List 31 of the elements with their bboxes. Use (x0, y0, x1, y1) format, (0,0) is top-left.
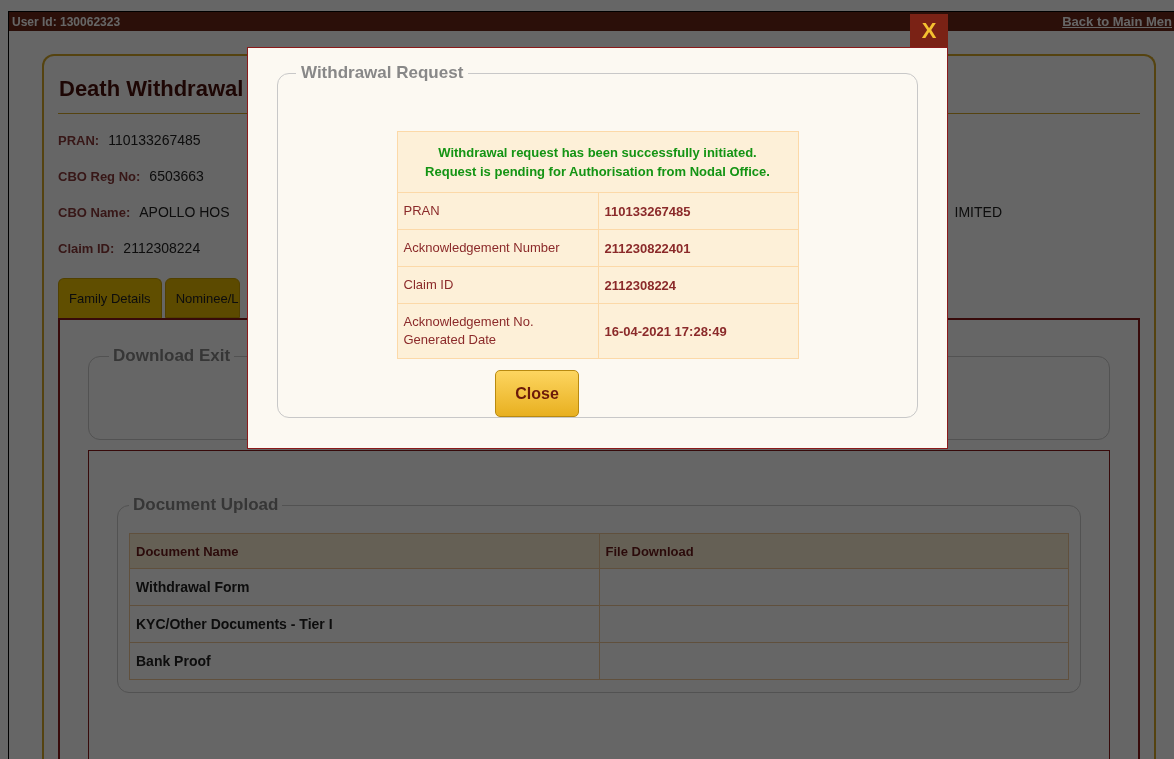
field-value: APOLLO HOS (139, 204, 230, 220)
close-button[interactable]: Close (495, 370, 579, 417)
field-value: 2112308224 (123, 240, 201, 256)
back-to-main-menu-link[interactable]: Back to Main Men (1062, 14, 1172, 29)
table-cell: Acknowledgement Number (397, 229, 598, 267)
column-header: File Download (599, 533, 1069, 569)
field-label: PRAN: (58, 132, 100, 148)
field-label: CBO Name: (58, 204, 131, 220)
table-cell: Withdrawal Form (129, 568, 599, 606)
column-header: Document Name (129, 533, 599, 569)
field-value: 6503663 (149, 168, 204, 184)
tab[interactable]: Nominee/L (164, 278, 240, 318)
page-title: Death Withdrawal (59, 76, 245, 102)
table-cell: KYC/Other Documents - Tier I (129, 605, 599, 643)
tab[interactable]: Family Details (58, 278, 162, 318)
user-id-text: User Id: 130062323 (12, 14, 121, 29)
table-cell: 16-04-2021 17:28:49 (598, 303, 798, 359)
success-message: Withdrawal request has been successfully initiated. Request is pending for Authorisation from Nodal Office. (397, 131, 798, 193)
table-cell: PRAN (397, 192, 598, 230)
table-cell: 110133267485 (598, 192, 798, 230)
table-cell: 211230822401 (598, 229, 798, 267)
table-cell: Acknowledgement No. Generated Date (397, 303, 598, 359)
field-label: Claim ID: (58, 240, 115, 256)
field-value: 110133267485 (108, 132, 201, 148)
close-button[interactable]: X (910, 14, 948, 47)
table-cell: Bank Proof (129, 642, 599, 680)
field-label: CBO Reg No: (58, 168, 141, 184)
field-value: IMITED (954, 204, 1002, 220)
dialog-legend: Withdrawal Request (296, 63, 469, 83)
table-cell: Claim ID (397, 266, 598, 304)
table-cell: 2112308224 (598, 266, 798, 304)
